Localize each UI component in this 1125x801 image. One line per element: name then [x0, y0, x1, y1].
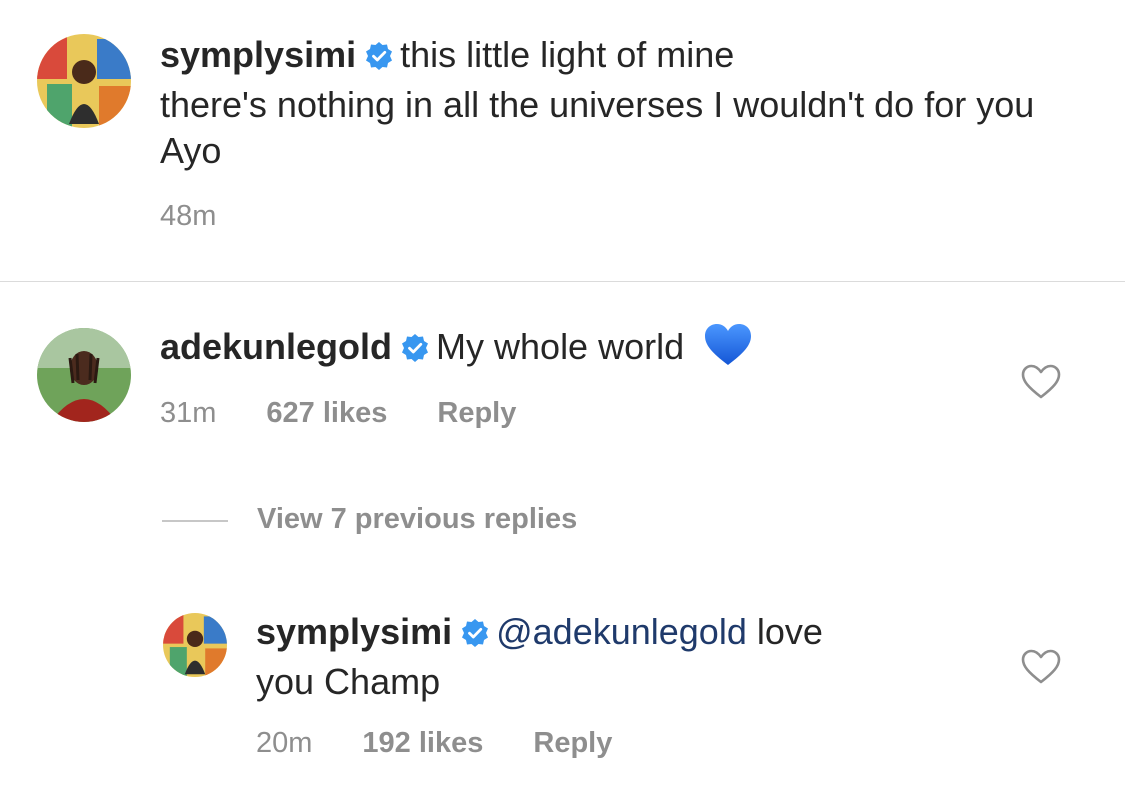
- avatar[interactable]: [37, 34, 131, 128]
- blue-heart-emoji-icon: [704, 323, 752, 378]
- reply-reply-button[interactable]: Reply: [533, 727, 612, 760]
- divider: [0, 281, 1125, 282]
- caption-username[interactable]: symplysimi: [160, 34, 356, 75]
- reply-time: 20m: [256, 727, 313, 759]
- comment-username[interactable]: adekunlegold: [160, 326, 392, 367]
- like-heart-icon[interactable]: [1021, 364, 1061, 400]
- avatar[interactable]: [163, 613, 227, 677]
- reply-likes[interactable]: 192 likes: [362, 727, 483, 760]
- caption-first-line: this little light of mine: [400, 34, 735, 75]
- comment-meta: 31m 627 likes Reply: [160, 397, 516, 430]
- view-previous-replies-button[interactable]: View 7 previous replies: [257, 503, 577, 536]
- verified-badge-icon: [400, 328, 430, 374]
- caption-time: 48m: [160, 200, 217, 232]
- like-heart-icon[interactable]: [1021, 649, 1061, 685]
- comment-text: adekunlegold My whole world: [160, 323, 960, 378]
- avatar[interactable]: [37, 328, 131, 422]
- reply-mention-link[interactable]: @adekunlegold: [496, 611, 747, 652]
- verified-badge-icon: [460, 613, 490, 659]
- comment-reply-button[interactable]: Reply: [437, 397, 516, 430]
- comment-body: My whole world: [436, 326, 685, 367]
- view-replies-line: [162, 520, 228, 522]
- comment-time: 31m: [160, 397, 217, 429]
- comment-likes[interactable]: 627 likes: [266, 397, 387, 430]
- verified-badge-icon: [364, 36, 394, 82]
- reply-text: symplysimi @adekunlegold love you Champ: [256, 609, 976, 705]
- caption-meta: 48m: [160, 200, 216, 233]
- reply-username[interactable]: symplysimi: [256, 611, 452, 652]
- reply-text-line2: you Champ: [256, 661, 441, 702]
- caption-body: there's nothing in all the universes I w…: [160, 84, 1035, 171]
- reply-meta: 20m 192 likes Reply: [256, 727, 612, 760]
- caption-text: symplysimi this little light of mine ther…: [160, 32, 1060, 174]
- reply-text-tail: love: [756, 611, 823, 652]
